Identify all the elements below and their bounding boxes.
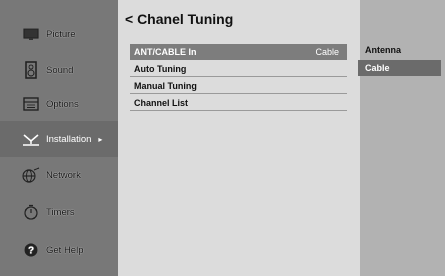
- sidebar-item-label: Picture: [46, 28, 76, 40]
- page-title[interactable]: < Chanel Tuning: [125, 11, 233, 27]
- sidebar-item-options[interactable]: Options: [0, 86, 118, 122]
- menu-item-label: Manual Tuning: [134, 80, 197, 91]
- sidebar-item-network[interactable]: Network: [0, 157, 118, 193]
- network-icon: [22, 166, 40, 184]
- picture-icon: [22, 25, 40, 43]
- sidebar-item-label: Network: [46, 169, 81, 181]
- sidebar-item-label: Sound: [46, 64, 74, 76]
- sidebar-item-label: Get Help: [46, 244, 84, 256]
- options-icon: [22, 95, 40, 113]
- sidebar-item-picture[interactable]: Picture: [0, 16, 118, 52]
- dropdown-option-antenna[interactable]: Antenna: [358, 42, 441, 58]
- help-icon: ?: [22, 241, 40, 259]
- menu-item-label: ANT/CABLE In: [134, 47, 197, 57]
- chevron-right-icon: ▸: [98, 134, 103, 144]
- sidebar-item-label: Timers: [46, 206, 75, 218]
- menu-item-channel-list[interactable]: Channel List: [130, 95, 347, 111]
- menu-item-auto-tuning[interactable]: Auto Tuning: [130, 61, 347, 77]
- installation-icon: [22, 130, 40, 148]
- timer-icon: [22, 203, 40, 221]
- sidebar-item-get-help[interactable]: ? Get Help: [0, 232, 118, 268]
- svg-text:?: ?: [28, 246, 34, 257]
- sidebar-item-label: Installation: [46, 133, 92, 145]
- menu-item-manual-tuning[interactable]: Manual Tuning: [130, 78, 347, 94]
- sidebar-item-sound[interactable]: Sound: [0, 52, 118, 88]
- menu-item-label: Auto Tuning: [134, 63, 187, 74]
- dropdown-option-cable[interactable]: Cable: [358, 60, 441, 76]
- menu-item-label: Channel List: [134, 97, 189, 108]
- main-panel: [118, 0, 360, 276]
- sidebar: Picture Sound Options Installation ▸ Net…: [0, 0, 118, 276]
- sidebar-item-timers[interactable]: Timers: [0, 194, 118, 230]
- speaker-icon: [22, 61, 40, 79]
- menu-item-ant-cable-in[interactable]: ANT/CABLE In Cable: [130, 44, 347, 60]
- sidebar-item-label: Options: [46, 98, 79, 110]
- menu-item-value: Cable: [315, 47, 339, 57]
- sidebar-item-installation[interactable]: Installation ▸: [0, 121, 118, 157]
